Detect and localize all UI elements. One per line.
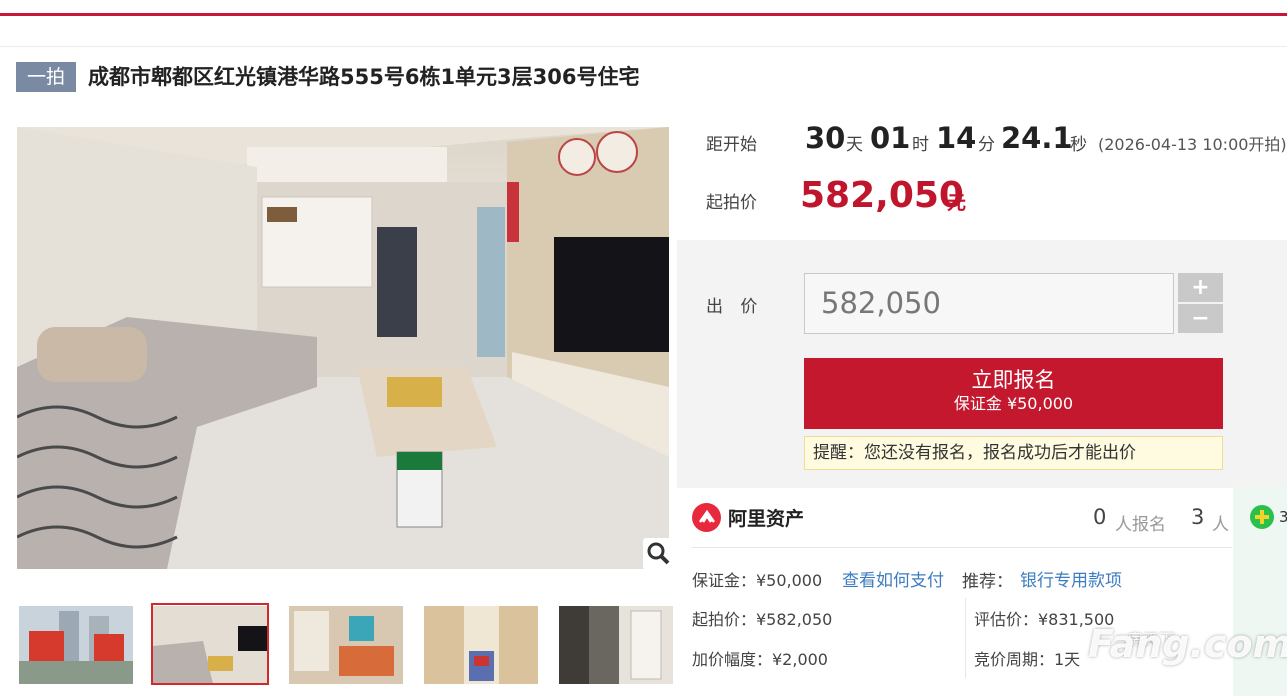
watermark-fang-logo: Fang.com [1088,622,1287,666]
decrease-bid-button[interactable]: − [1178,304,1223,333]
register-button-deposit: 保证金 ¥50,000 [953,394,1074,413]
thumbnail-4[interactable] [424,606,538,684]
start-price-label: 起拍价 [706,193,757,213]
watching-count-label: 人 [1212,515,1229,535]
register-now-button[interactable]: 立即报名 保证金 ¥50,000 [804,358,1223,429]
auction-round-badge: 一拍 [16,62,76,92]
registration-reminder: 提醒：您还没有报名，报名成功后才能出价 [804,436,1223,470]
thumbnail-5[interactable] [559,606,673,684]
top-nav-bar [0,0,1287,47]
aliasset-logo-icon [692,503,721,532]
countdown-minutes-unit: 分 [978,135,995,155]
side-plus-icon[interactable] [1250,505,1274,529]
start-price-value: 582,050 [800,175,964,216]
start-price-unit: 元 [947,192,967,214]
registered-count: 0 [1093,505,1107,529]
main-property-photo[interactable] [17,127,669,569]
countdown-days: 30 [805,121,846,155]
detail-column-divider [965,598,966,678]
increase-bid-button[interactable]: + [1178,273,1223,302]
page-title: 成都市郫都区红光镇港华路555号6栋1单元3层306号住宅 [88,65,640,89]
countdown-hours: 01 [870,121,911,155]
minus-icon: − [1191,306,1210,331]
countdown-seconds-unit: 秒 [1070,135,1087,155]
info-divider [692,547,1232,548]
deposit-info: 保证金：¥50,000 [692,571,823,590]
bank-payment-link[interactable]: 银行专用款项 [1020,566,1122,591]
side-panel-count: 3 [1279,508,1287,526]
watching-count: 3 [1191,505,1205,529]
countdown-days-unit: 天 [846,135,863,155]
thumbnail-3[interactable] [289,606,403,684]
countdown-minutes: 14 [936,121,977,155]
start-price-detail: 起拍价：¥582,050 [692,610,833,629]
top-accent-line [0,13,1287,16]
add-icon: + [1191,275,1210,300]
thumbnail-selected-frame [151,603,269,685]
countdown-label: 距开始 [706,135,757,155]
bidding-cycle: 竞价周期：1天 [974,650,1081,669]
recommend-label: 推荐： [962,572,1013,592]
auction-start-time: (2026-04-13 10:00开拍) [1098,135,1287,154]
register-button-label: 立即报名 [971,368,1056,392]
aliasset-brand: 阿里资产 [728,508,805,530]
bid-amount-input[interactable]: 582,050 [804,273,1174,334]
living-room-image [17,127,669,569]
registered-count-label: 人报名 [1115,515,1166,535]
increment-detail: 加价幅度：¥2,000 [692,650,828,669]
how-to-pay-link[interactable]: 查看如何支付 [842,566,944,591]
zoom-icon[interactable] [643,538,675,570]
countdown-seconds: 24.1 [1001,121,1073,155]
thumbnail-1[interactable] [19,606,133,684]
bid-label: 出 价 [706,297,764,317]
countdown-hours-unit: 时 [912,135,929,155]
